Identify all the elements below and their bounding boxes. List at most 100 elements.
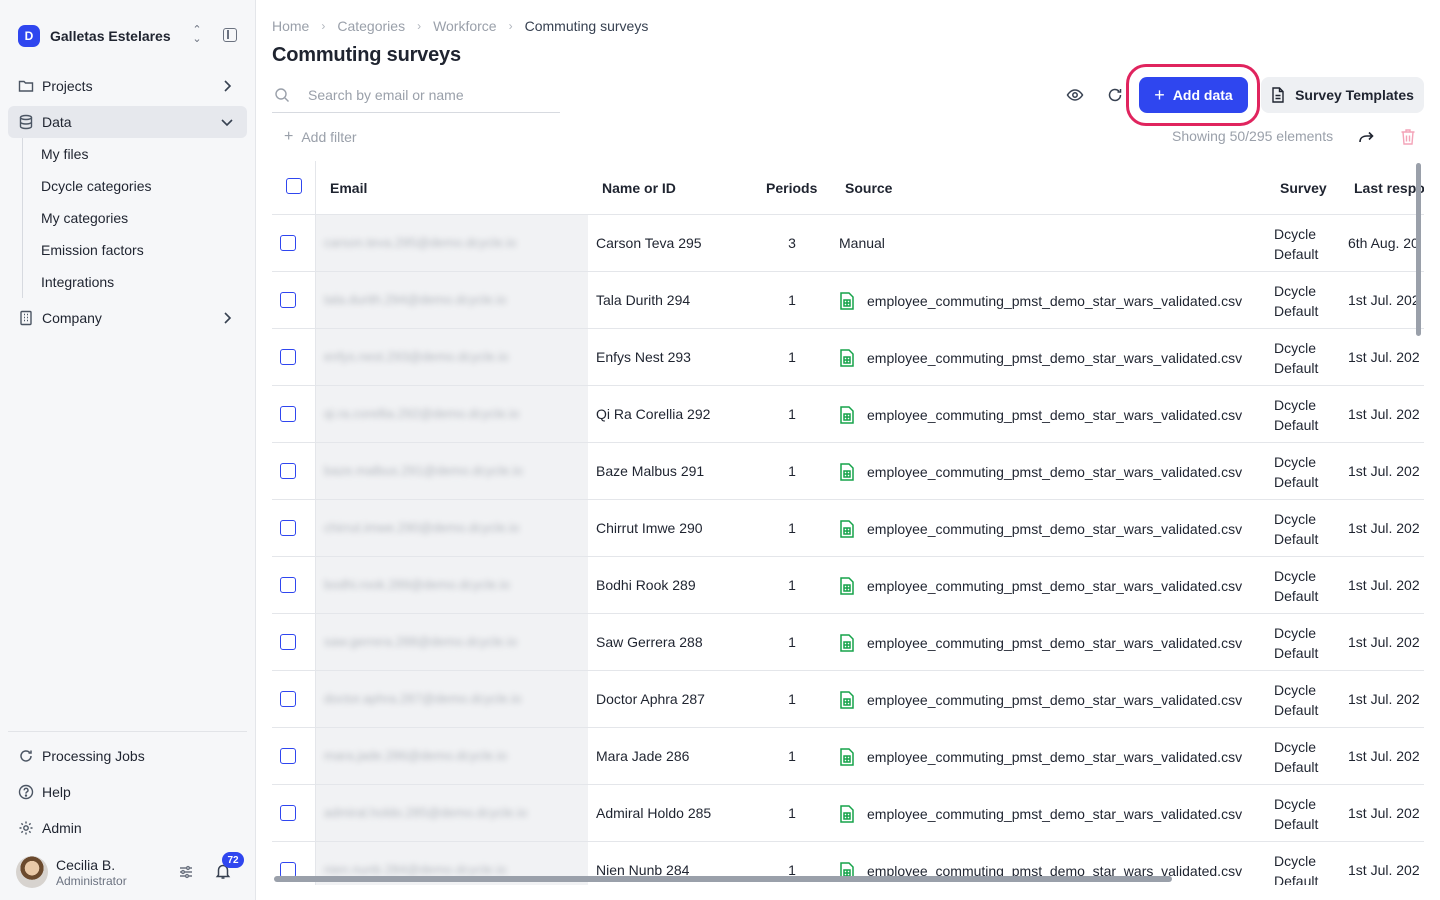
source-value[interactable]: employee_commuting_pmst_demo_star_wars_v… xyxy=(867,692,1242,708)
table-row[interactable]: bodhi.rook.289@demo.dcycle.io Bodhi Rook … xyxy=(272,557,1424,614)
column-header-source[interactable]: Source xyxy=(845,180,892,196)
gear-icon xyxy=(18,820,34,836)
column-header-name[interactable]: Name or ID xyxy=(602,180,676,196)
periods-cell: 1 xyxy=(788,805,796,821)
column-header-periods[interactable]: Periods xyxy=(766,180,817,196)
source-value[interactable]: employee_commuting_pmst_demo_star_wars_v… xyxy=(867,407,1242,423)
vertical-scrollbar[interactable] xyxy=(1416,163,1421,336)
table-row[interactable]: carson.teva.295@demo.dcycle.io Carson Tev… xyxy=(272,215,1424,272)
row-checkbox[interactable] xyxy=(280,805,296,821)
last-response-cell: 1st Jul. 202 xyxy=(1348,691,1420,707)
user-profile[interactable]: Cecilia B. Administrator 72 xyxy=(16,852,244,890)
name-cell: Tala Durith 294 xyxy=(596,292,691,308)
source-value[interactable]: employee_commuting_pmst_demo_star_wars_v… xyxy=(867,293,1242,309)
table-row[interactable]: chirrut.imwe.290@demo.dcycle.io Chirrut I… xyxy=(272,500,1424,557)
column-header-email[interactable]: Email xyxy=(330,180,367,196)
survey-line-1: Dcycle xyxy=(1274,796,1317,812)
source-value[interactable]: employee_commuting_pmst_demo_star_wars_v… xyxy=(867,635,1242,651)
email-value: admiral.holdo.285@demo.dcycle.io xyxy=(324,805,528,820)
refresh-button[interactable] xyxy=(1103,83,1127,107)
table-row[interactable]: admiral.holdo.285@demo.dcycle.io Admiral … xyxy=(272,785,1424,842)
search-input[interactable] xyxy=(308,85,548,105)
sidebar-subitem-dcycle-categories[interactable]: Dcycle categories xyxy=(41,170,152,202)
source-cell: employee_commuting_pmst_demo_star_wars_v… xyxy=(839,406,1242,424)
source-value[interactable]: employee_commuting_pmst_demo_star_wars_v… xyxy=(867,350,1242,366)
sidebar-item-admin[interactable]: Admin xyxy=(8,812,247,844)
sliders-icon[interactable] xyxy=(178,864,194,880)
table-row[interactable]: doctor.aphra.287@demo.dcycle.io Doctor Ap… xyxy=(272,671,1424,728)
plus-icon: + xyxy=(1154,85,1165,105)
breadcrumb-home[interactable]: Home xyxy=(272,18,309,34)
row-checkbox[interactable] xyxy=(280,748,296,764)
last-response-cell: 1st Jul. 202 xyxy=(1348,463,1420,479)
source-value[interactable]: employee_commuting_pmst_demo_star_wars_v… xyxy=(867,578,1242,594)
row-checkbox[interactable] xyxy=(280,406,296,422)
row-checkbox[interactable] xyxy=(280,292,296,308)
row-checkbox[interactable] xyxy=(280,349,296,365)
trash-icon[interactable] xyxy=(1400,128,1416,146)
survey-line-1: Dcycle xyxy=(1274,226,1317,242)
horizontal-scrollbar[interactable] xyxy=(274,876,1172,882)
row-checkbox[interactable] xyxy=(280,463,296,479)
periods-cell: 1 xyxy=(788,520,796,536)
periods-cell: 1 xyxy=(788,748,796,764)
survey-line-1: Dcycle xyxy=(1274,397,1317,413)
chevron-up-down-icon[interactable]: ⌃ ⌄ xyxy=(190,25,204,46)
table-row[interactable]: baze.malbus.291@demo.dcycle.io Baze Malbu… xyxy=(272,443,1424,500)
source-value[interactable]: employee_commuting_pmst_demo_star_wars_v… xyxy=(867,521,1242,537)
survey-line-2: Default xyxy=(1274,759,1319,775)
sidebar-item-company[interactable]: Company xyxy=(8,302,247,334)
survey-line-2: Default xyxy=(1274,588,1319,604)
toggle-visibility-button[interactable] xyxy=(1063,83,1087,107)
sidebar-item-processing-jobs[interactable]: Processing Jobs xyxy=(8,740,247,772)
sidebar-subitem-emission-factors[interactable]: Emission factors xyxy=(41,234,144,266)
source-value[interactable]: employee_commuting_pmst_demo_star_wars_v… xyxy=(867,749,1242,765)
name-cell: Baze Malbus 291 xyxy=(596,463,705,479)
collapse-sidebar-icon[interactable] xyxy=(223,28,237,42)
column-header-last-response[interactable]: Last respo xyxy=(1354,180,1424,196)
spreadsheet-file-icon xyxy=(840,805,854,823)
select-all-checkbox[interactable] xyxy=(286,178,302,194)
add-data-button[interactable]: + Add data xyxy=(1139,77,1248,113)
name-cell: Admiral Holdo 285 xyxy=(596,805,712,821)
email-value: carson.teva.295@demo.dcycle.io xyxy=(324,235,517,250)
name-cell: Saw Gerrera 288 xyxy=(596,634,703,650)
add-filter-button[interactable]: + Add filter xyxy=(284,128,357,146)
sidebar-item-help[interactable]: Help xyxy=(8,776,247,808)
org-switcher[interactable]: D Galletas Estelares ⌃ ⌄ xyxy=(18,24,240,48)
breadcrumb-categories[interactable]: Categories xyxy=(337,18,405,34)
source-value[interactable]: employee_commuting_pmst_demo_star_wars_v… xyxy=(867,806,1242,822)
periods-cell: 1 xyxy=(788,634,796,650)
sidebar-item-data[interactable]: Data xyxy=(8,106,247,138)
spreadsheet-file-icon xyxy=(840,520,854,538)
sidebar-subitem-my-files[interactable]: My files xyxy=(41,138,88,170)
table-row[interactable]: mara.jade.286@demo.dcycle.io Mara Jade 28… xyxy=(272,728,1424,785)
last-response-cell: 1st Jul. 202 xyxy=(1348,349,1420,365)
table-row[interactable]: tala.durith.294@demo.dcycle.io Tala Durit… xyxy=(272,272,1424,329)
chevron-down-icon xyxy=(221,119,233,127)
table-row[interactable]: qi.ra.corellia.292@demo.dcycle.io Qi Ra C… xyxy=(272,386,1424,443)
sidebar-subitem-integrations[interactable]: Integrations xyxy=(41,266,114,298)
sidebar-item-projects[interactable]: Projects xyxy=(8,70,247,102)
row-checkbox[interactable] xyxy=(280,577,296,593)
periods-cell: 3 xyxy=(788,235,796,251)
breadcrumb-workforce[interactable]: Workforce xyxy=(433,18,497,34)
row-checkbox[interactable] xyxy=(280,520,296,536)
survey-line-1: Dcycle xyxy=(1274,340,1317,356)
share-icon[interactable] xyxy=(1358,129,1376,145)
sidebar-item-label: Processing Jobs xyxy=(42,748,145,764)
sidebar-subitem-my-categories[interactable]: My categories xyxy=(41,202,128,234)
row-checkbox[interactable] xyxy=(280,235,296,251)
source-cell: Manual xyxy=(839,235,885,251)
source-value[interactable]: employee_commuting_pmst_demo_star_wars_v… xyxy=(867,464,1242,480)
survey-cell: Dcycle Default xyxy=(1274,680,1318,720)
table-header: Email Name or ID Periods Source Survey L… xyxy=(272,161,1424,215)
database-icon xyxy=(18,114,34,130)
column-header-survey[interactable]: Survey xyxy=(1280,180,1327,196)
survey-templates-button[interactable]: Survey Templates xyxy=(1261,77,1424,113)
table-row[interactable]: saw.gerrera.288@demo.dcycle.io Saw Gerrer… xyxy=(272,614,1424,671)
table-row[interactable]: enfys.nest.293@demo.dcycle.io Enfys Nest … xyxy=(272,329,1424,386)
row-checkbox[interactable] xyxy=(280,634,296,650)
row-checkbox[interactable] xyxy=(280,691,296,707)
chevron-right-icon xyxy=(224,80,232,92)
